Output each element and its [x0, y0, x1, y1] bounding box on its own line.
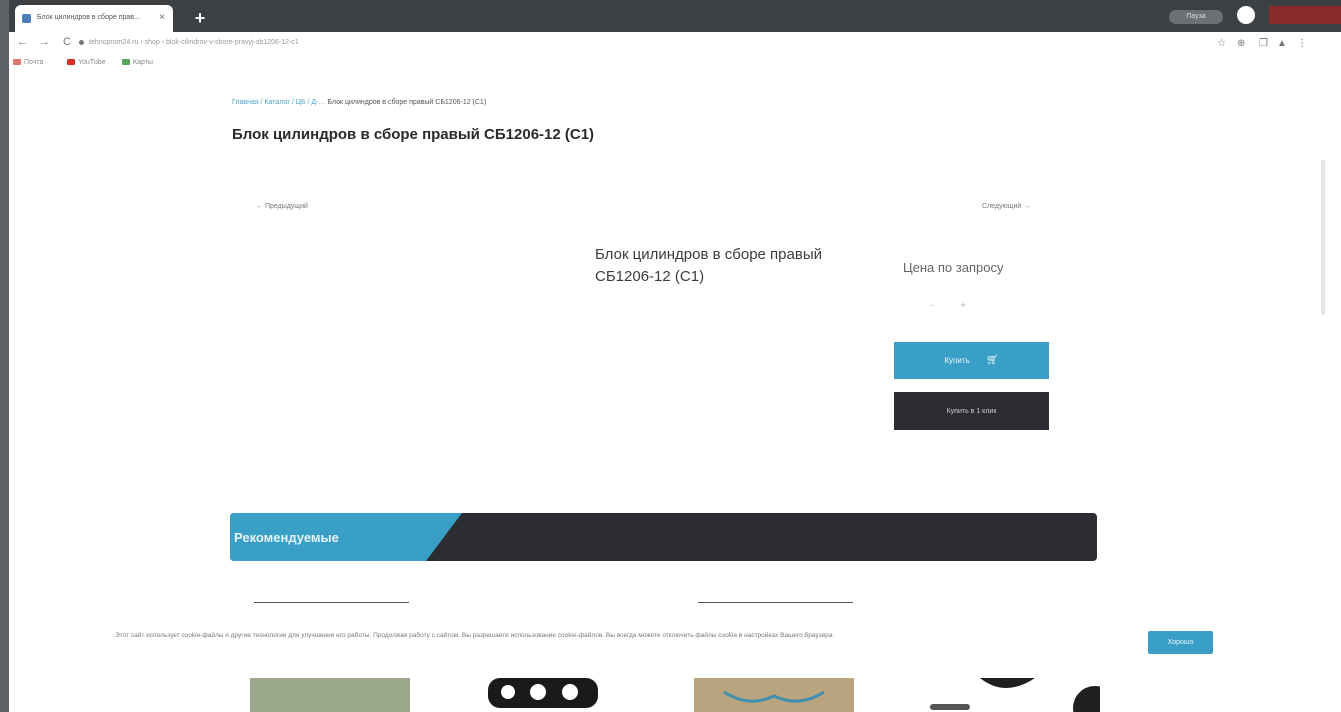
quantity-stepper[interactable]: - +: [931, 300, 978, 310]
address-bar[interactable]: tehnoprom24.ru › shop › blok-cilindrov-v…: [89, 39, 299, 46]
star-icon[interactable]: ☆: [1217, 38, 1226, 49]
part-image: [930, 678, 1100, 712]
bookmark-item[interactable]: Карты: [122, 59, 153, 66]
bookmark-item[interactable]: YouTube: [67, 59, 106, 66]
extension-icon[interactable]: ⊕: [1237, 38, 1245, 49]
bookmark-item[interactable]: Почта: [13, 59, 43, 66]
account-icon[interactable]: ▲: [1277, 38, 1287, 49]
profile-avatar[interactable]: [1237, 6, 1255, 24]
tab-title: Блок цилиндров в сборе прав...: [37, 14, 140, 21]
window-edge: [0, 0, 9, 712]
new-tab-button[interactable]: +: [189, 9, 211, 27]
gasket-image: [488, 678, 598, 708]
product-thumbnail[interactable]: [480, 678, 610, 712]
product-thumbnail[interactable]: [900, 678, 1100, 712]
prev-product-link[interactable]: ← Предыдущий: [256, 203, 308, 210]
forward-icon[interactable]: →: [39, 36, 50, 48]
recommended-title: Рекомендуемые: [234, 530, 339, 545]
back-icon[interactable]: ←: [17, 36, 28, 48]
product-name: Блок цилиндров в сборе правый СБ1206-12 …: [595, 246, 822, 285]
product-thumbnail[interactable]: [250, 678, 410, 712]
product-card-divider: [698, 602, 853, 603]
menu-icon[interactable]: ⋮: [1297, 38, 1307, 49]
favicon-icon: [22, 14, 31, 23]
product-card-divider: [254, 602, 409, 603]
browser-toolbar: ← → C tehnoprom24.ru › shop › blok-cilin…: [9, 32, 1341, 56]
recommended-header: [230, 513, 1097, 561]
bookmarks-bar: Почта YouTube Карты: [9, 56, 1341, 72]
reload-icon[interactable]: C: [63, 36, 71, 48]
breadcrumb: Главная / Каталог / ЦБ / Д-… Блок цилинд…: [232, 99, 486, 106]
tab-close-icon[interactable]: ×: [159, 12, 165, 23]
cookie-accept-button[interactable]: Хорошо: [1148, 631, 1213, 654]
product-price: Цена по запросу: [903, 260, 1004, 275]
buy-label: Купить: [944, 356, 970, 365]
buy-one-click-button[interactable]: Купить в 1 клик: [894, 392, 1049, 430]
cookie-notice-text: Этот сайт использует cookie-файлы и друг…: [115, 632, 835, 639]
lock-icon: [79, 40, 84, 45]
profile-status[interactable]: Пауза: [1169, 10, 1223, 24]
breadcrumb-path[interactable]: Главная / Каталог / ЦБ / Д-…: [232, 99, 325, 106]
reader-icon[interactable]: ❐: [1259, 38, 1268, 49]
page-title: Блок цилиндров в сборе правый СБ1206-12 …: [232, 126, 595, 143]
browser-tabbar: Блок цилиндров в сборе прав... × + Пауза: [9, 0, 1341, 32]
next-product-link[interactable]: Следующий →: [982, 203, 1030, 210]
cart-icon: 🛒︎: [985, 355, 999, 366]
buy-button[interactable]: Купить 🛒︎: [894, 342, 1049, 379]
breadcrumb-current: Блок цилиндров в сборе правый СБ1206-12 …: [327, 99, 487, 106]
part-image: [723, 690, 825, 703]
browser-tab[interactable]: Блок цилиндров в сборе прав... ×: [15, 5, 173, 32]
window-controls[interactable]: [1269, 6, 1341, 24]
recommended-banner-shape: [230, 513, 1097, 561]
product-thumbnail[interactable]: [694, 678, 854, 712]
page-scrollbar[interactable]: [1321, 160, 1325, 315]
